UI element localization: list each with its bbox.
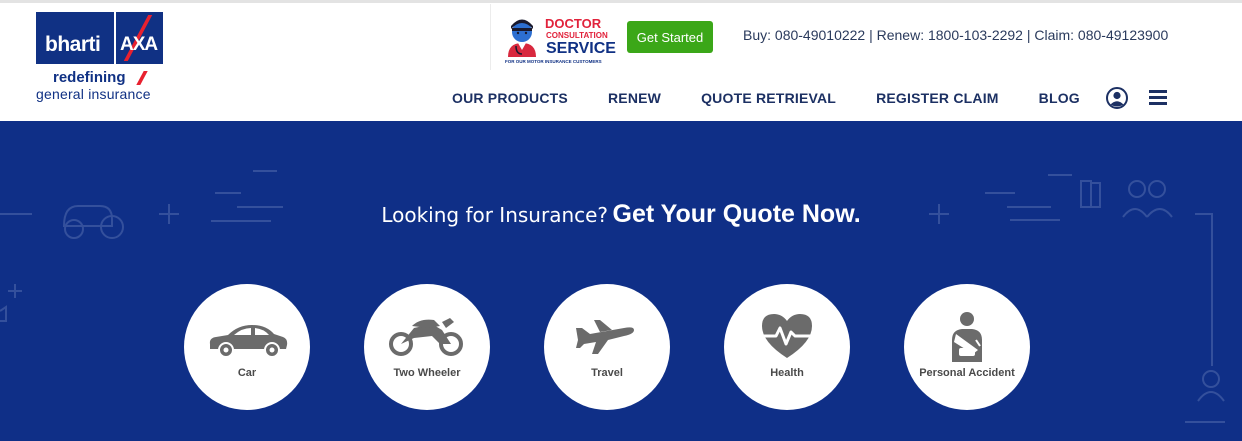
main-nav: OUR PRODUCTS RENEW QUOTE RETRIEVAL REGIS… <box>452 90 1080 106</box>
nav-item-quote-retrieval[interactable]: QUOTE RETRIEVAL <box>701 90 836 106</box>
injured-person-icon <box>952 312 982 362</box>
product-label-travel: Travel <box>591 367 623 379</box>
promo-line-subtext: FOR OUR MOTOR INSURANCE CUSTOMERS <box>505 59 602 64</box>
product-card-personal-accident[interactable]: Personal Accident <box>904 284 1030 410</box>
hamburger-menu-icon[interactable] <box>1149 89 1167 105</box>
top-border <box>0 0 1242 3</box>
logo-axa-text: AXA <box>120 34 158 55</box>
product-card-health[interactable]: Health <box>724 284 850 410</box>
motorcycle-icon <box>389 318 463 356</box>
promo-line-consultation: CONSULTATION <box>546 31 608 40</box>
user-account-icon[interactable] <box>1106 87 1128 109</box>
product-label-car: Car <box>237 367 257 379</box>
product-label-two-wheeler: Two Wheeler <box>393 367 461 379</box>
product-card-travel[interactable]: Travel <box>544 284 670 410</box>
get-started-button[interactable]: Get Started <box>627 21 713 53</box>
heart-pulse-icon <box>760 314 814 358</box>
product-label-personal-accident: Personal Accident <box>919 367 1015 379</box>
product-card-two-wheeler[interactable]: Two Wheeler <box>364 284 490 410</box>
hero-title-lead: Looking for Insurance? <box>381 203 609 227</box>
nav-item-renew[interactable]: RENEW <box>608 90 661 106</box>
logo-underline <box>36 64 163 66</box>
product-card-car[interactable]: Car <box>184 284 310 410</box>
hero-title-strong: Get Your Quote Now. <box>612 200 861 228</box>
doctor-consultation-banner[interactable]: DOCTOR CONSULTATION SERVICE FOR OUR MOTO… <box>490 4 616 70</box>
hero-title: Looking for Insurance? Get Your Quote No… <box>0 200 1242 229</box>
brand-logo[interactable]: bharti AXA redefining general insurance <box>36 12 166 104</box>
airplane-icon <box>576 320 634 354</box>
hero-section: Looking for Insurance? Get Your Quote No… <box>0 121 1242 441</box>
nav-item-blog[interactable]: BLOG <box>1039 90 1080 106</box>
product-label-health: Health <box>770 367 804 379</box>
logo-bharti-text: bharti <box>45 33 101 56</box>
promo-line-service: SERVICE <box>546 40 616 57</box>
nav-item-our-products[interactable]: OUR PRODUCTS <box>452 90 568 106</box>
logo-tagline-slash <box>136 71 148 85</box>
logo-tagline-general: general insurance <box>36 86 151 102</box>
logo-divider <box>114 12 116 64</box>
nav-item-register-claim[interactable]: REGISTER CLAIM <box>876 90 999 106</box>
contact-numbers: Buy: 080-49010222 | Renew: 1800-103-2292… <box>743 27 1169 43</box>
doctor-avatar-icon <box>508 19 536 57</box>
logo-tagline-redefining: redefining <box>53 69 126 86</box>
promo-line-doctor: DOCTOR <box>545 16 602 31</box>
car-icon <box>209 325 288 358</box>
